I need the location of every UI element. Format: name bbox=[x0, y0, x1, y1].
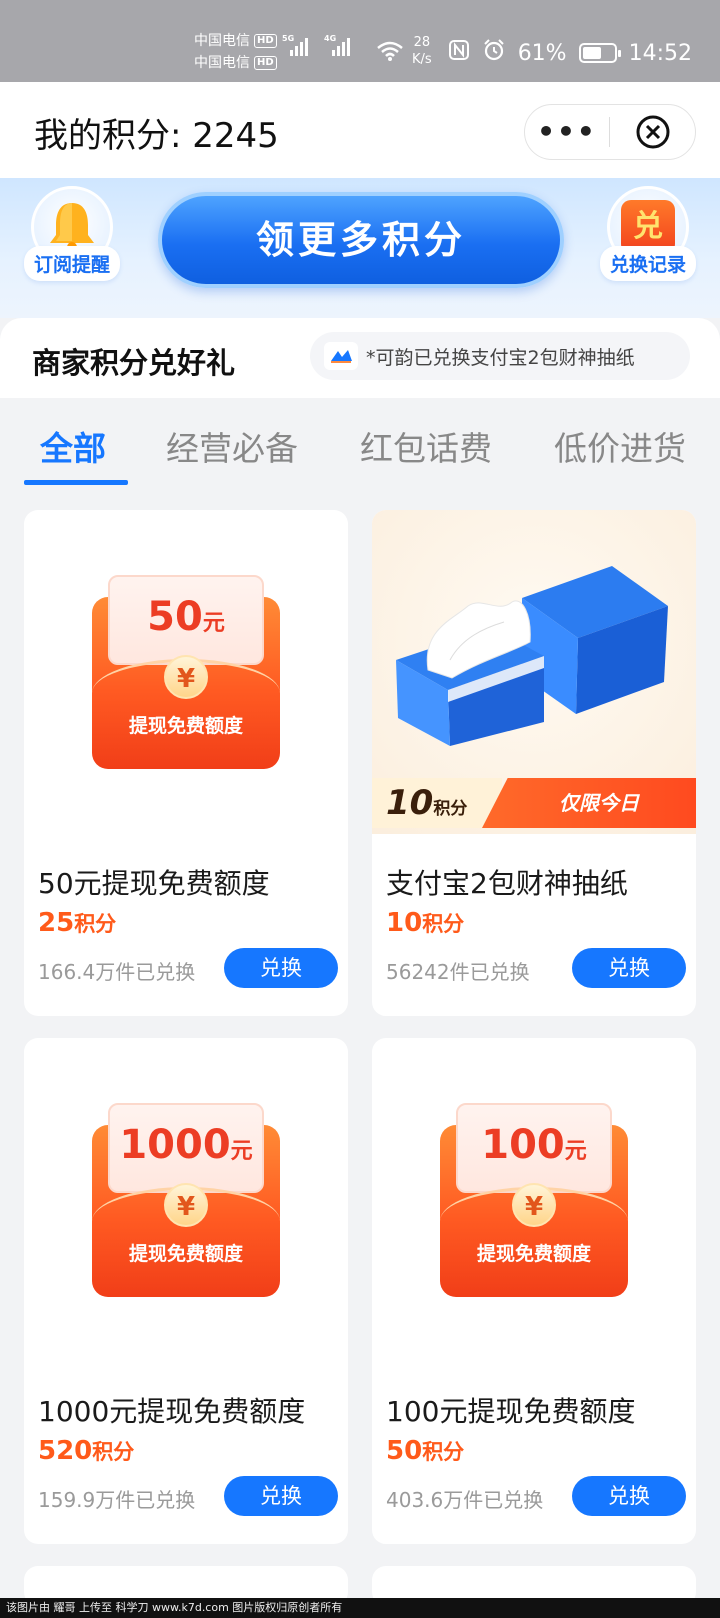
signal-icons: 5G 4G bbox=[282, 34, 350, 56]
title-bar: 我的积分: 2245 ••• bbox=[0, 82, 720, 178]
status-bar: 中国电信 HD 中国电信 HD 5G 4G 28 K/s 61% 14:52 bbox=[0, 0, 720, 82]
product-points: 50积分 bbox=[386, 1436, 464, 1466]
product-card[interactable]: 10积分 仅限今日 支付宝2包财神抽纸 10积分 56242件已兑换 兑换 bbox=[372, 510, 696, 1016]
envelope-caption: 提现免费额度 bbox=[128, 715, 243, 737]
battery-percent: 61% bbox=[517, 40, 567, 66]
tissue-box-illustration bbox=[396, 566, 668, 746]
yuan-coin-icon: ¥ bbox=[512, 1183, 556, 1227]
sold-count: 166.4万件已兑换 bbox=[38, 960, 196, 984]
sold-count: 56242件已兑换 bbox=[386, 960, 530, 984]
product-image: 1000元 ¥ 提现免费额度 bbox=[24, 1038, 348, 1362]
ticker-text: *可韵已兑换支付宝2包财神抽纸 bbox=[366, 346, 635, 369]
watermark-footer: 该图片由 耀哥 上传至 科学刀 www.k7d.com 图片版权归原创者所有 bbox=[0, 1598, 720, 1618]
subscribe-reminder-label: 订阅提醒 bbox=[23, 246, 120, 281]
nfc-icon bbox=[448, 39, 470, 67]
points-banner: 订阅提醒 领更多积分 兑 兑换记录 bbox=[0, 178, 720, 318]
sold-count: 159.9万件已兑换 bbox=[38, 1488, 196, 1512]
envelope-caption: 提现免费额度 bbox=[476, 1243, 591, 1265]
limited-today-badge: 仅限今日 bbox=[482, 778, 696, 828]
envelope-amount: 50 bbox=[147, 594, 203, 640]
clock: 14:52 bbox=[628, 40, 692, 66]
earn-more-points-button[interactable]: 领更多积分 bbox=[158, 192, 564, 288]
envelope-unit: 元 bbox=[564, 1139, 587, 1164]
points-unit: 积分 bbox=[92, 1440, 135, 1464]
product-name: 100元提现免费额度 bbox=[386, 1395, 636, 1428]
red-envelope-illustration: 100元 ¥ 提现免费额度 bbox=[440, 1103, 628, 1297]
envelope-unit: 元 bbox=[202, 611, 225, 636]
section-header: 商家积分兑好礼 *可韵已兑换支付宝2包财神抽纸 bbox=[0, 318, 720, 398]
tab-all[interactable]: 全部 bbox=[40, 422, 106, 470]
product-points: 520积分 bbox=[38, 1436, 134, 1466]
red-envelope-illustration: 50元 ¥ 提现免费额度 bbox=[92, 575, 280, 769]
points-value: 520 bbox=[38, 1436, 93, 1466]
category-tabs: 全部 经营必备 红包话费 低价进货 bbox=[0, 398, 720, 494]
promo-points-unit: 积分 bbox=[433, 799, 468, 819]
close-icon bbox=[636, 115, 669, 149]
envelope-amount: 100 bbox=[481, 1122, 565, 1168]
points-value: 50 bbox=[386, 1436, 423, 1466]
carrier-2: 中国电信 bbox=[194, 55, 250, 71]
points-unit: 积分 bbox=[422, 1440, 465, 1464]
promo-strip: 10积分 仅限今日 bbox=[372, 778, 696, 828]
network-speed: 28 K/s bbox=[412, 34, 432, 68]
product-name: 1000元提现免费额度 bbox=[38, 1395, 306, 1428]
carrier-info: 中国电信 HD 中国电信 HD bbox=[194, 30, 277, 74]
points-value: 10 bbox=[386, 908, 423, 938]
product-image: 50元 ¥ 提现免费额度 bbox=[24, 510, 348, 834]
exchange-button[interactable]: 兑换 bbox=[224, 1476, 338, 1516]
status-right: 61% 14:52 bbox=[448, 38, 692, 68]
envelope-unit: 元 bbox=[230, 1139, 253, 1164]
points-unit: 积分 bbox=[422, 912, 465, 936]
hd-badge: HD bbox=[254, 56, 277, 70]
speed-unit: K/s bbox=[412, 52, 432, 67]
active-tab-indicator bbox=[24, 480, 128, 485]
section-title: 商家积分兑好礼 bbox=[32, 346, 236, 380]
alarm-icon bbox=[482, 38, 506, 68]
tab-low-price-stock[interactable]: 低价进货 bbox=[554, 422, 686, 470]
more-button[interactable]: ••• bbox=[525, 112, 609, 152]
product-name: 50元提现免费额度 bbox=[38, 867, 270, 900]
product-card[interactable]: 1000元 ¥ 提现免费额度 1000元提现免费额度 520积分 159.9万件… bbox=[24, 1038, 348, 1544]
exchange-records-label: 兑换记录 bbox=[599, 246, 696, 281]
tab-red-packet-phone-credit[interactable]: 红包话费 bbox=[360, 422, 492, 470]
points-unit: 积分 bbox=[74, 912, 117, 936]
yuan-coin-icon: ¥ bbox=[164, 655, 208, 699]
signal-4g-icon: 4G bbox=[324, 34, 350, 56]
product-image: 10积分 仅限今日 bbox=[372, 510, 696, 834]
battery-icon bbox=[578, 43, 621, 63]
red-envelope-illustration: 1000元 ¥ 提现免费额度 bbox=[92, 1103, 280, 1297]
net-type-label: 4G bbox=[324, 34, 337, 43]
envelope-amount: 1000 bbox=[119, 1122, 231, 1168]
subscribe-reminder-button[interactable]: 订阅提醒 bbox=[22, 186, 122, 303]
promo-points-value: 10 bbox=[386, 783, 434, 823]
product-card[interactable]: 100元 ¥ 提现免费额度 100元提现免费额度 50积分 403.6万件已兑换… bbox=[372, 1038, 696, 1544]
sold-count: 403.6万件已兑换 bbox=[386, 1488, 544, 1512]
hd-badge: HD bbox=[254, 34, 277, 48]
product-points: 25积分 bbox=[38, 908, 116, 938]
envelope-caption: 提现免费额度 bbox=[128, 1243, 243, 1265]
product-image: 100元 ¥ 提现免费额度 bbox=[372, 1038, 696, 1362]
promo-points: 10积分 bbox=[372, 778, 502, 828]
avatar bbox=[324, 342, 358, 370]
signal-5g-icon: 5G bbox=[282, 34, 308, 56]
exchange-button[interactable]: 兑换 bbox=[224, 948, 338, 988]
wifi-icon bbox=[376, 40, 404, 66]
product-card[interactable]: 50元 ¥ 提现免费额度 50元提现免费额度 25积分 166.4万件已兑换 兑… bbox=[24, 510, 348, 1016]
product-name: 支付宝2包财神抽纸 bbox=[386, 867, 628, 900]
tab-business-essentials[interactable]: 经营必备 bbox=[166, 422, 298, 470]
net-type-label: 5G bbox=[282, 34, 295, 43]
yuan-coin-icon: ¥ bbox=[164, 1183, 208, 1227]
exchange-records-button[interactable]: 兑 兑换记录 bbox=[598, 186, 698, 303]
points-value: 25 bbox=[38, 908, 75, 938]
exchange-button[interactable]: 兑换 bbox=[572, 1476, 686, 1516]
carrier-1: 中国电信 bbox=[194, 33, 250, 49]
speed-value: 28 bbox=[413, 35, 431, 50]
close-button[interactable] bbox=[610, 114, 695, 150]
exchange-ticker: *可韵已兑换支付宝2包财神抽纸 bbox=[310, 332, 690, 380]
product-points: 10积分 bbox=[386, 908, 464, 938]
page-title: 我的积分: 2245 bbox=[34, 116, 279, 156]
exchange-button[interactable]: 兑换 bbox=[572, 948, 686, 988]
mini-program-capsule: ••• bbox=[524, 104, 696, 160]
